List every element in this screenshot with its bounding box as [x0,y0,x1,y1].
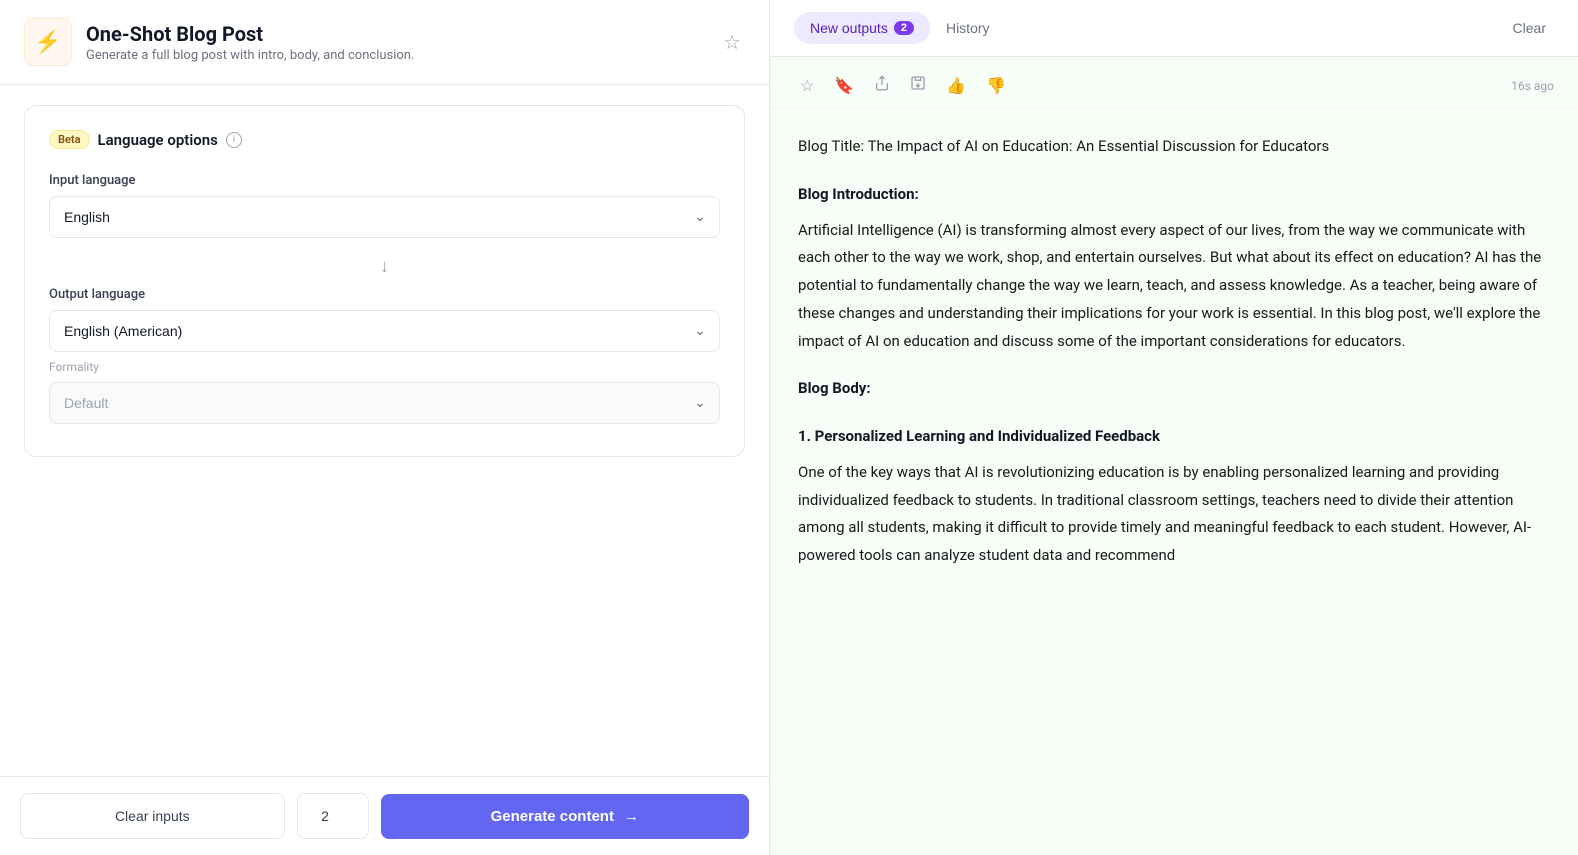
favorite-button[interactable]: ☆ [719,26,745,59]
card-header: Beta Language options i [49,130,720,149]
intro-body-text: Artificial Intelligence (AI) is transfor… [798,217,1550,356]
output-language-field: Output language English (American) Engli… [49,287,720,352]
tab-new-outputs-badge: 2 [894,21,914,35]
input-language-select-wrapper: English Spanish French German Chinese Ja… [49,196,720,238]
right-header: New outputs 2 History Clear [770,0,1578,57]
output-content: Blog Title: The Impact of AI on Educatio… [770,109,1578,855]
input-language-field: Input language English Spanish French Ge… [49,173,720,238]
tab-history[interactable]: History [930,12,1006,44]
intro-heading-text: Blog Introduction: [798,181,1550,209]
generate-arrow-icon: → [624,808,639,825]
input-language-label: Input language [49,173,720,188]
arrow-down-divider: ↓ [49,246,720,287]
section1-heading: 1. Personalized Learning and Individuali… [798,423,1550,451]
app-header: ⚡ One-Shot Blog Post Generate a full blo… [0,0,769,85]
language-options-title: Language options [98,131,218,149]
count-input[interactable] [297,793,369,839]
star-output-button[interactable]: ☆ [794,72,820,100]
output-intro-heading: Blog Introduction: Artificial Intelligen… [798,181,1550,356]
app-title-group: One-Shot Blog Post Generate a full blog … [86,22,705,63]
info-icon[interactable]: i [226,132,242,148]
output-language-select-wrapper: English (American) English (British) Spa… [49,310,720,352]
language-options-card: Beta Language options i Input language E… [24,105,745,457]
app-title: One-Shot Blog Post [86,22,705,46]
tab-new-outputs[interactable]: New outputs 2 [794,12,930,44]
thumbs-up-button[interactable]: 👍 [940,72,972,100]
formality-select[interactable]: Default Formal Informal [49,382,720,424]
output-section1: 1. Personalized Learning and Individuali… [798,423,1550,570]
generate-label: Generate content [491,808,614,825]
bolt-icon: ⚡ [34,30,61,55]
arrow-down-icon: ↓ [380,256,389,277]
beta-badge: Beta [49,130,90,149]
formality-label: Formality [49,360,720,374]
left-content: Beta Language options i Input language E… [0,85,769,776]
formality-select-wrapper: Default Formal Informal ⌄ [49,382,720,424]
app-icon: ⚡ [24,18,72,66]
clear-inputs-button[interactable]: Clear inputs [20,793,285,839]
section1-body: One of the key ways that AI is revolutio… [798,459,1550,570]
output-language-label: Output language [49,287,720,302]
clear-outputs-button[interactable]: Clear [1505,16,1554,40]
output-timestamp: 16s ago [1511,79,1554,93]
left-footer: Clear inputs Generate content → [0,776,769,855]
output-blog-title: Blog Title: The Impact of AI on Educatio… [798,133,1550,161]
save-output-button[interactable] [904,71,932,100]
formality-field: Formality Default Formal Informal ⌄ [49,360,720,424]
left-panel: ⚡ One-Shot Blog Post Generate a full blo… [0,0,770,855]
input-language-select[interactable]: English Spanish French German Chinese Ja… [49,196,720,238]
app-subtitle: Generate a full blog post with intro, bo… [86,48,705,63]
right-panel: New outputs 2 History Clear ☆ 🔖 👍 👎 16s … [770,0,1578,855]
share-output-button[interactable] [868,71,896,100]
output-body-section: Blog Body: [798,375,1550,403]
tab-new-outputs-label: New outputs [810,20,888,36]
body-heading-text: Blog Body: [798,375,1550,403]
thumbs-down-button[interactable]: 👎 [980,72,1012,100]
output-language-select[interactable]: English (American) English (British) Spa… [49,310,720,352]
generate-content-button[interactable]: Generate content → [381,794,749,839]
output-toolbar: ☆ 🔖 👍 👎 16s ago [770,57,1578,109]
bookmark-output-button[interactable]: 🔖 [828,72,860,100]
